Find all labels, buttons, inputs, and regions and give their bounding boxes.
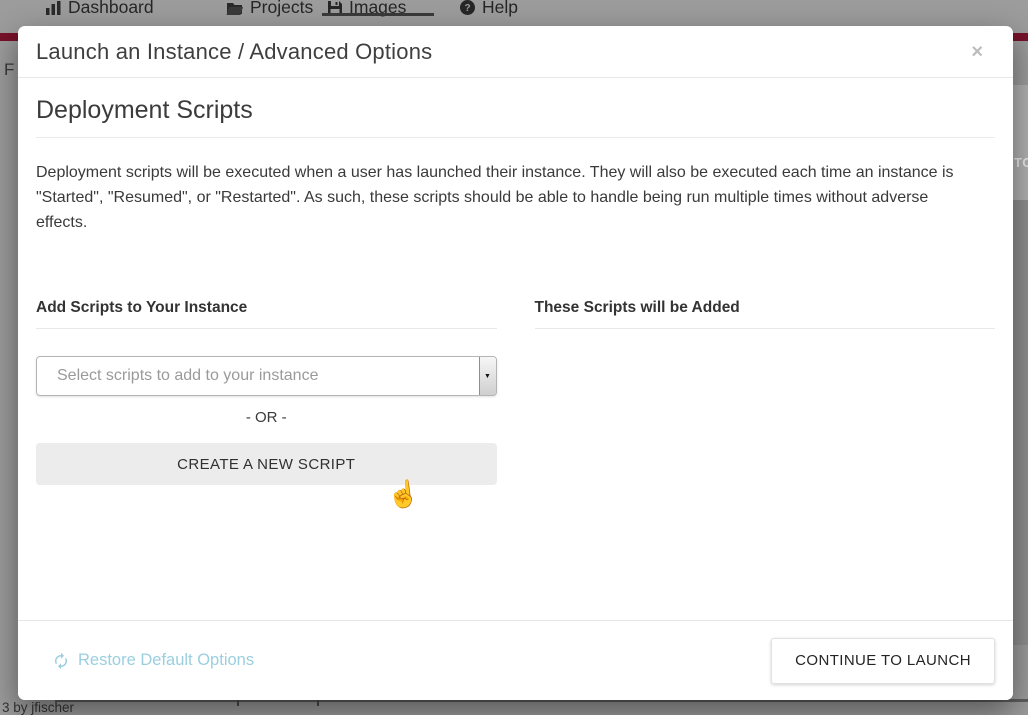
- nav-item-label: Dashboard: [68, 0, 154, 18]
- nav-item-label: Projects: [250, 0, 313, 18]
- hand-pointer-cursor: ☝: [385, 477, 420, 511]
- modal-body: Deployment Scripts Deployment scripts wi…: [18, 96, 1013, 485]
- continue-to-launch-button[interactable]: CONTINUE TO LAUNCH: [771, 638, 995, 684]
- background-left-text: F: [4, 60, 14, 80]
- close-icon[interactable]: ×: [971, 42, 983, 62]
- question-circle-icon: ?: [460, 0, 475, 15]
- refresh-icon: [52, 652, 70, 670]
- nav-item-projects[interactable]: Projects: [226, 0, 313, 18]
- restore-default-options-label: Restore Default Options: [78, 651, 254, 670]
- add-scripts-heading: Add Scripts to Your Instance: [36, 299, 497, 329]
- section-description: Deployment scripts will be executed when…: [36, 160, 976, 235]
- or-divider: - OR -: [36, 409, 497, 426]
- restore-default-options-link[interactable]: Restore Default Options: [52, 651, 254, 670]
- create-new-script-button[interactable]: CREATE A NEW SCRIPT: [36, 443, 497, 485]
- scripts-select-placeholder: Select scripts to add to your instance: [37, 357, 479, 395]
- modal-title: Launch an Instance / Advanced Options: [36, 39, 432, 65]
- nav-item-help[interactable]: ? Help: [460, 0, 518, 18]
- bar-chart-icon: [46, 1, 61, 15]
- background-right-panel: [1013, 85, 1028, 200]
- chevron-down-icon[interactable]: ▼: [479, 357, 496, 395]
- nav-item-dashboard[interactable]: Dashboard: [46, 0, 154, 18]
- add-scripts-column: Add Scripts to Your Instance Select scri…: [36, 299, 497, 485]
- svg-text:?: ?: [464, 3, 470, 14]
- modal-header: Launch an Instance / Advanced Options ×: [18, 26, 1013, 78]
- added-scripts-column: These Scripts will be Added: [535, 299, 996, 485]
- script-columns: Add Scripts to Your Instance Select scri…: [36, 299, 995, 485]
- scripts-select[interactable]: Select scripts to add to your instance ▼: [36, 356, 497, 396]
- added-scripts-heading: These Scripts will be Added: [535, 299, 996, 329]
- launch-instance-modal: Launch an Instance / Advanced Options × …: [18, 26, 1013, 700]
- active-tab-indicator: [322, 13, 434, 16]
- section-heading: Deployment Scripts: [36, 96, 995, 138]
- modal-footer: Restore Default Options CONTINUE TO LAUN…: [18, 620, 1013, 700]
- nav-item-label: Help: [482, 0, 518, 18]
- background-right-text: TO: [1014, 155, 1028, 170]
- folder-icon: [226, 1, 243, 15]
- background-right-panel-dark: [1013, 200, 1028, 645]
